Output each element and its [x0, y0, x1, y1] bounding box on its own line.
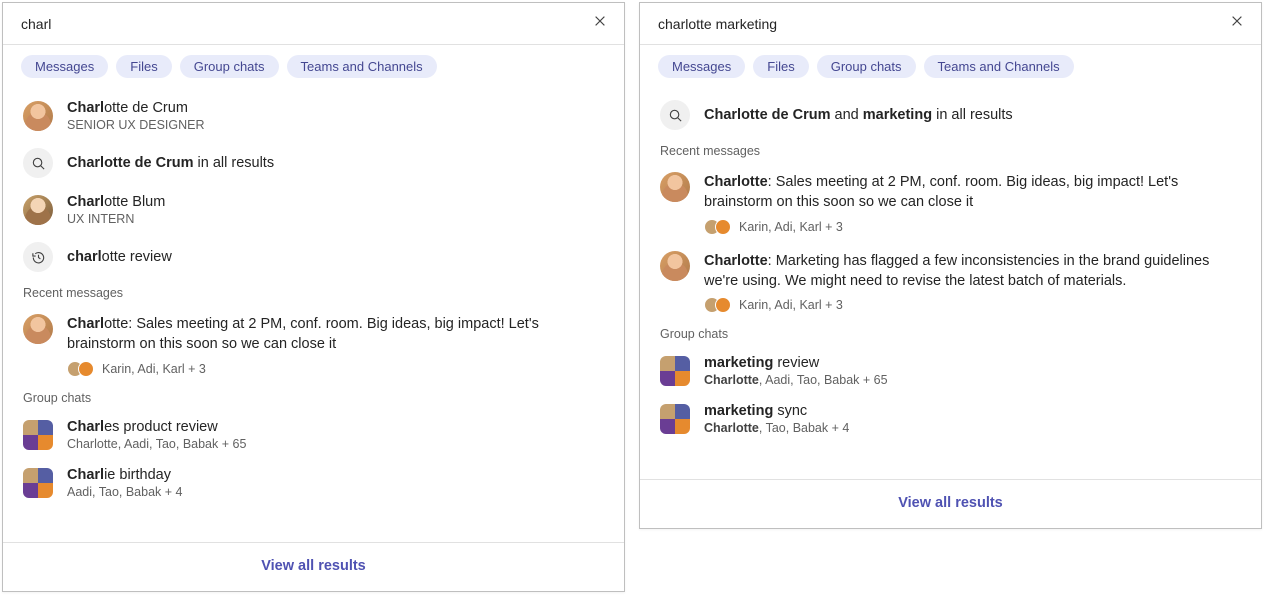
- group-chat-item[interactable]: Charles product review Charlotte, Aadi, …: [3, 411, 624, 459]
- group-chats-list: marketing review Charlotte, Aadi, Tao, B…: [640, 347, 1261, 443]
- participants: Karin, Adi, Karl + 3: [704, 219, 1241, 235]
- suggestion-person[interactable]: Charlotte Blum UX INTERN: [3, 186, 624, 234]
- group-avatar-icon: [23, 468, 53, 498]
- avatar: [23, 314, 53, 344]
- search-row: [3, 3, 624, 45]
- search-row: [640, 3, 1261, 45]
- group-subtitle: Charlotte, Aadi, Tao, Babak + 65: [67, 437, 604, 451]
- pill-group-chats[interactable]: Group chats: [817, 55, 916, 78]
- group-chats-list: Charles product review Charlotte, Aadi, …: [3, 411, 624, 507]
- mini-avatars-icon: [67, 361, 94, 377]
- suggestion-history[interactable]: charlotte review: [3, 234, 624, 280]
- group-title: marketing review: [704, 355, 1241, 371]
- recent-messages-label: Recent messages: [640, 138, 1261, 164]
- right-panel: Messages Files Group chats Teams and Cha…: [639, 2, 1262, 529]
- group-title: marketing sync: [704, 403, 1241, 419]
- suggestion-in-all-results[interactable]: Charlotte de Crum in all results: [3, 140, 624, 186]
- message-item[interactable]: Charlotte: Sales meeting at 2 PM, conf. …: [640, 164, 1261, 243]
- avatar: [23, 195, 53, 225]
- group-avatar-icon: [660, 404, 690, 434]
- participants-text: Karin, Adi, Karl + 3: [102, 362, 206, 376]
- history-icon: [23, 242, 53, 272]
- suggestion-title: charlotte review: [67, 249, 604, 265]
- pill-group-chats[interactable]: Group chats: [180, 55, 279, 78]
- pill-files[interactable]: Files: [116, 55, 171, 78]
- suggestion-subtitle: SENIOR UX DESIGNER: [67, 118, 604, 132]
- avatar: [23, 101, 53, 131]
- group-avatar-icon: [23, 420, 53, 450]
- pill-messages[interactable]: Messages: [658, 55, 745, 78]
- pill-files[interactable]: Files: [753, 55, 808, 78]
- clear-search-button[interactable]: [1227, 14, 1247, 34]
- messages-list: Charlotte: Sales meeting at 2 PM, conf. …: [640, 164, 1261, 321]
- group-subtitle: Charlotte, Aadi, Tao, Babak + 65: [704, 373, 1241, 387]
- suggestion-title: Charlotte de Crum and marketing in all r…: [704, 107, 1241, 123]
- group-title: Charlie birthday: [67, 467, 604, 483]
- view-all-results-link[interactable]: View all results: [261, 558, 366, 574]
- close-icon: [593, 14, 607, 33]
- filter-pills-row: Messages Files Group chats Teams and Cha…: [640, 45, 1261, 92]
- participants-text: Karin, Adi, Karl + 3: [739, 220, 843, 234]
- search-input[interactable]: [658, 16, 1227, 32]
- avatar: [660, 172, 690, 202]
- group-title: Charles product review: [67, 419, 604, 435]
- clear-search-button[interactable]: [590, 14, 610, 34]
- participants: Karin, Adi, Karl + 3: [67, 361, 604, 377]
- filter-pills-row: Messages Files Group chats Teams and Cha…: [3, 45, 624, 92]
- mini-avatars-icon: [704, 297, 731, 313]
- suggestion-title: Charlotte Blum: [67, 194, 604, 210]
- group-chats-label: Group chats: [640, 321, 1261, 347]
- suggestion-subtitle: UX INTERN: [67, 212, 604, 226]
- participants: Karin, Adi, Karl + 3: [704, 297, 1241, 313]
- group-chats-label: Group chats: [3, 385, 624, 411]
- suggestion-person[interactable]: Charlotte de Crum SENIOR UX DESIGNER: [3, 92, 624, 140]
- suggestion-title: Charlotte de Crum in all results: [67, 155, 604, 171]
- mini-avatars-icon: [704, 219, 731, 235]
- footer: View all results: [640, 480, 1261, 528]
- footer: View all results: [3, 543, 624, 591]
- search-icon: [660, 100, 690, 130]
- group-chat-item[interactable]: Charlie birthday Aadi, Tao, Babak + 4: [3, 459, 624, 507]
- left-panel: Messages Files Group chats Teams and Cha…: [2, 2, 625, 592]
- message-text: Charlotte: Sales meeting at 2 PM, conf. …: [67, 314, 604, 355]
- message-text: Charlotte: Marketing has flagged a few i…: [704, 251, 1241, 292]
- pill-teams-channels[interactable]: Teams and Channels: [924, 55, 1074, 78]
- group-subtitle: Aadi, Tao, Babak + 4: [67, 485, 604, 499]
- group-chat-item[interactable]: marketing review Charlotte, Aadi, Tao, B…: [640, 347, 1261, 395]
- recent-messages-label: Recent messages: [3, 280, 624, 306]
- suggestion-in-all-results[interactable]: Charlotte de Crum and marketing in all r…: [640, 92, 1261, 138]
- view-all-results-link[interactable]: View all results: [898, 495, 1003, 511]
- message-item[interactable]: Charlotte: Sales meeting at 2 PM, conf. …: [3, 306, 624, 385]
- search-input[interactable]: [21, 16, 590, 32]
- message-item[interactable]: Charlotte: Marketing has flagged a few i…: [640, 243, 1261, 322]
- search-icon: [23, 148, 53, 178]
- message-text: Charlotte: Sales meeting at 2 PM, conf. …: [704, 172, 1241, 213]
- pill-messages[interactable]: Messages: [21, 55, 108, 78]
- messages-list: Charlotte: Sales meeting at 2 PM, conf. …: [3, 306, 624, 385]
- participants-text: Karin, Adi, Karl + 3: [739, 298, 843, 312]
- pill-teams-channels[interactable]: Teams and Channels: [287, 55, 437, 78]
- avatar: [660, 251, 690, 281]
- group-avatar-icon: [660, 356, 690, 386]
- suggestion-title: Charlotte de Crum: [67, 100, 604, 116]
- close-icon: [1230, 14, 1244, 33]
- suggestions-list: Charlotte de Crum SENIOR UX DESIGNER Cha…: [3, 92, 624, 280]
- group-chat-item[interactable]: marketing sync Charlotte, Tao, Babak + 4: [640, 395, 1261, 443]
- group-subtitle: Charlotte, Tao, Babak + 4: [704, 421, 1241, 435]
